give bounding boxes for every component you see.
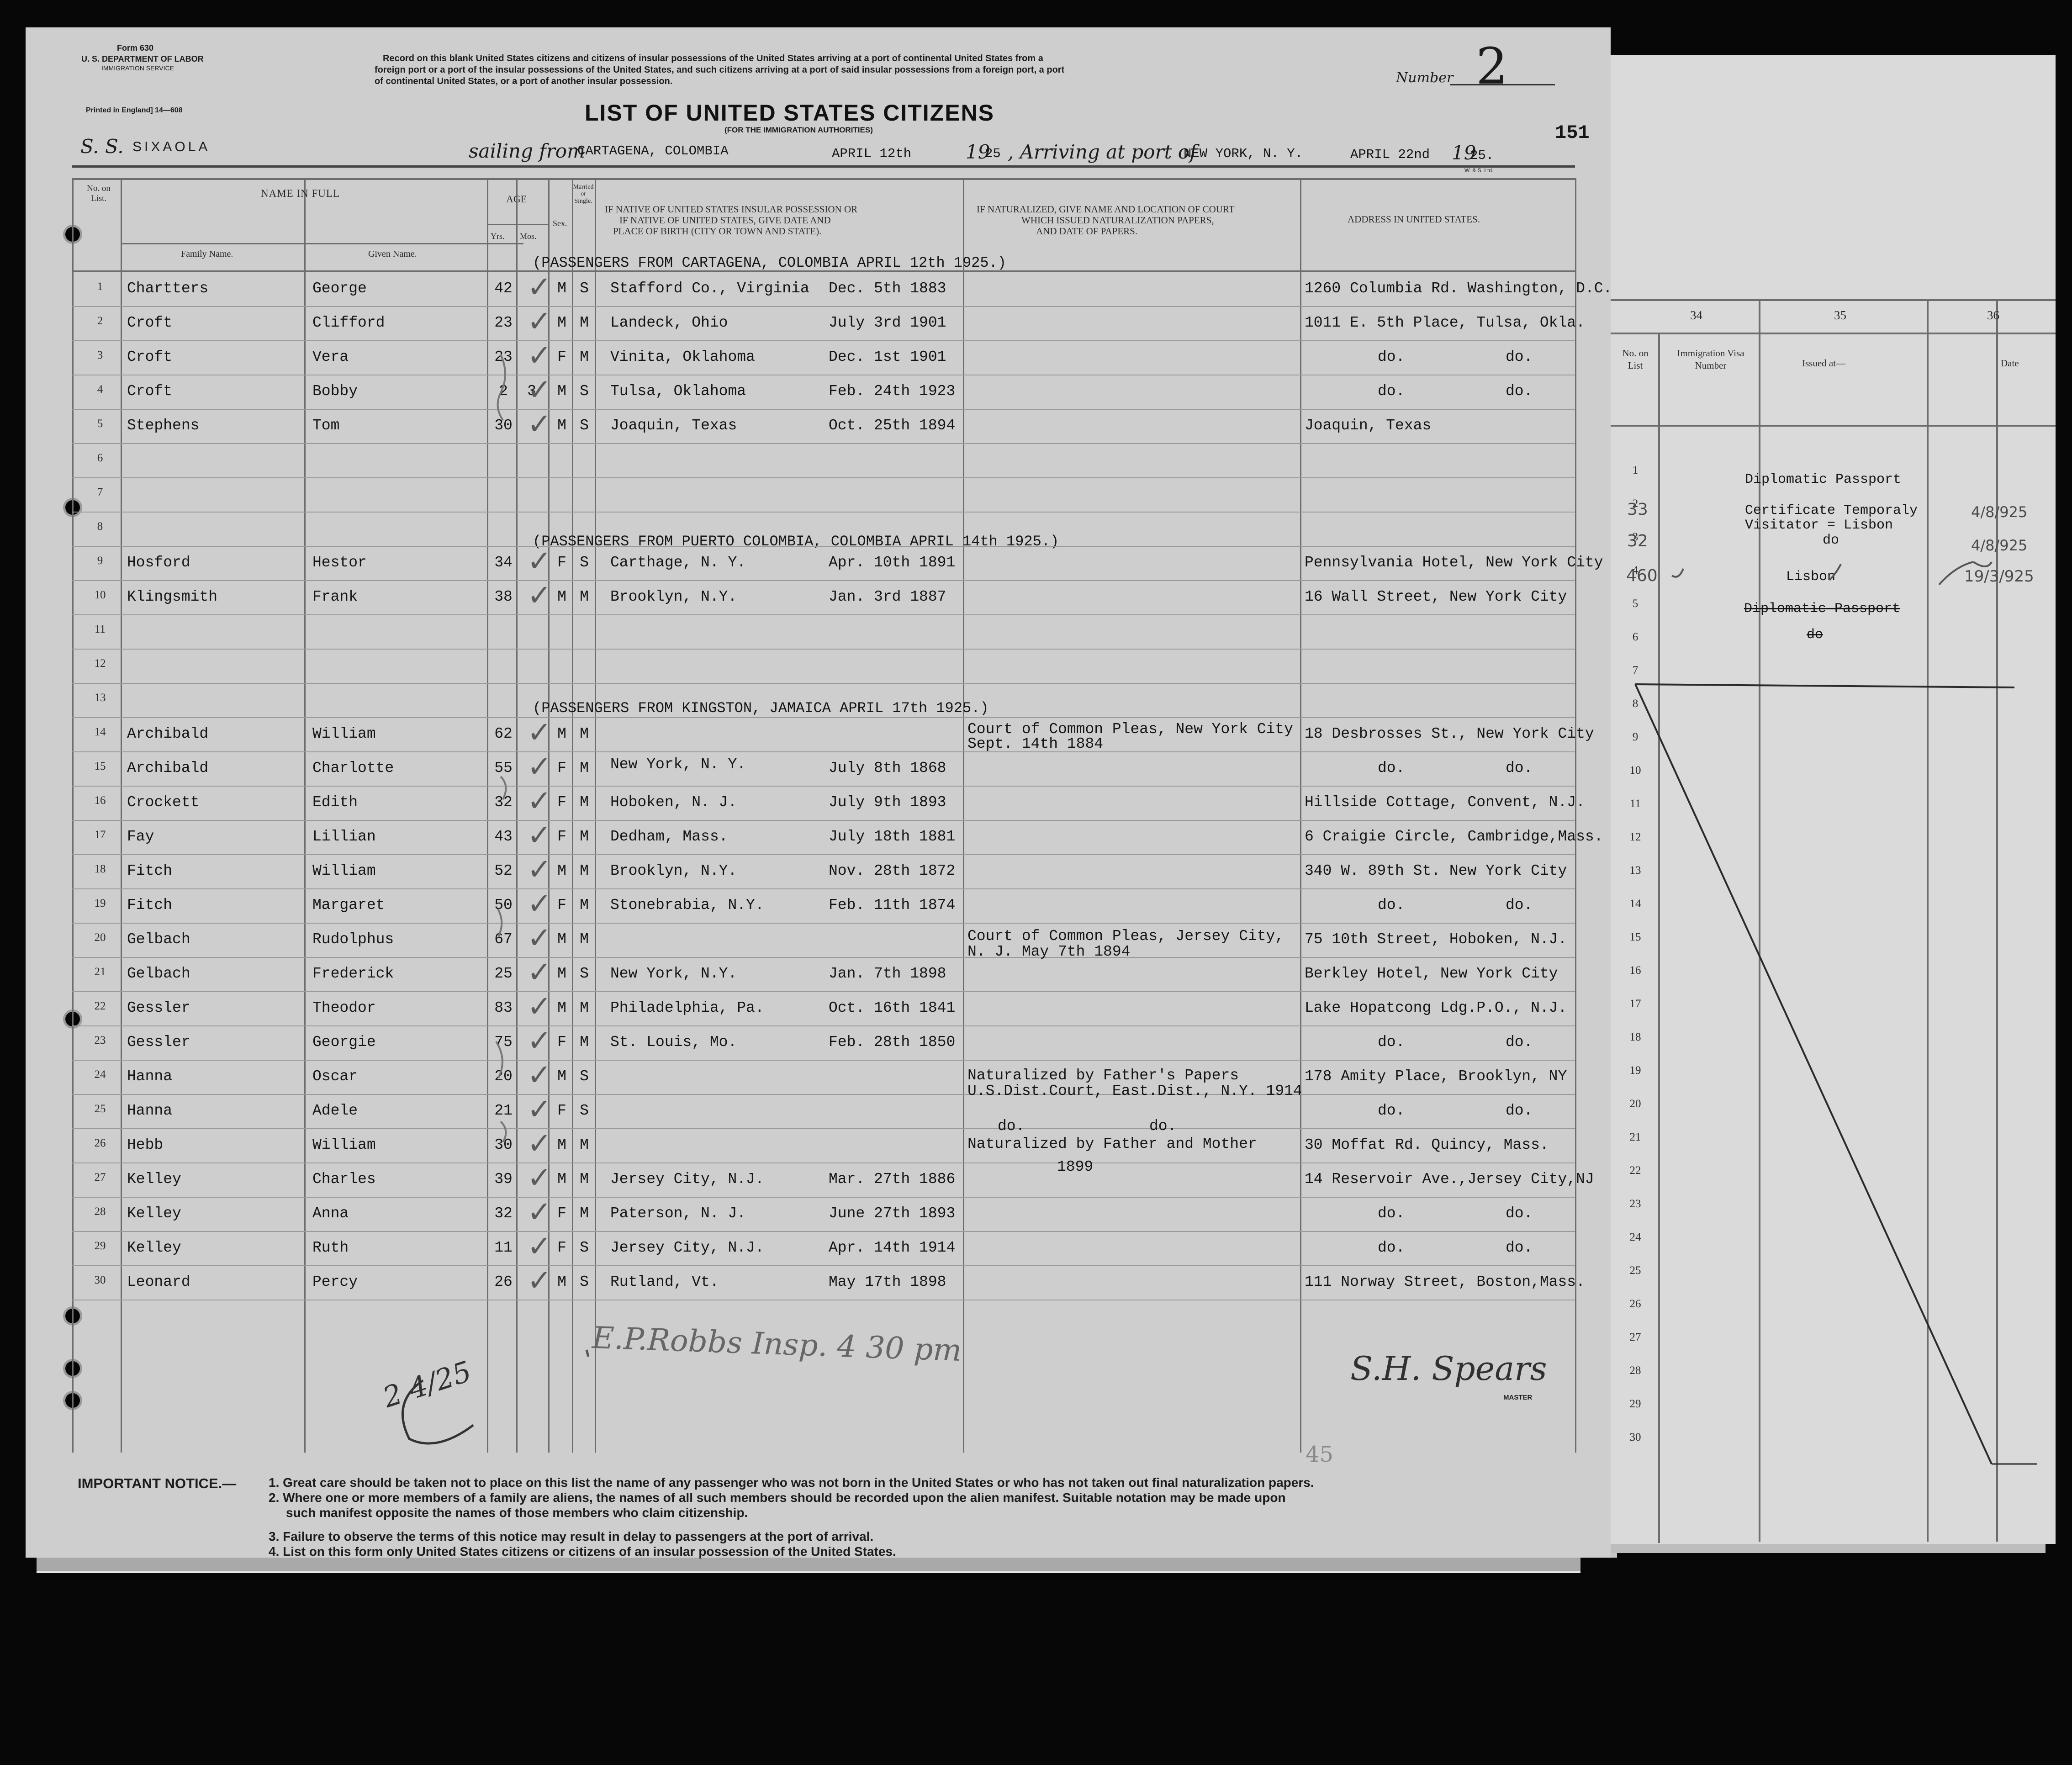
- manifest-sheet: Form 630 U. S. DEPARTMENT OF LABOR IMMIG…: [26, 27, 1612, 1558]
- right-sheet-strokes: [1634, 561, 2037, 1465]
- pencil-strokes: [402, 354, 590, 1445]
- continuation-sheet: 34 35 36 No. on List Immigration Visa Nu…: [1599, 55, 2056, 1544]
